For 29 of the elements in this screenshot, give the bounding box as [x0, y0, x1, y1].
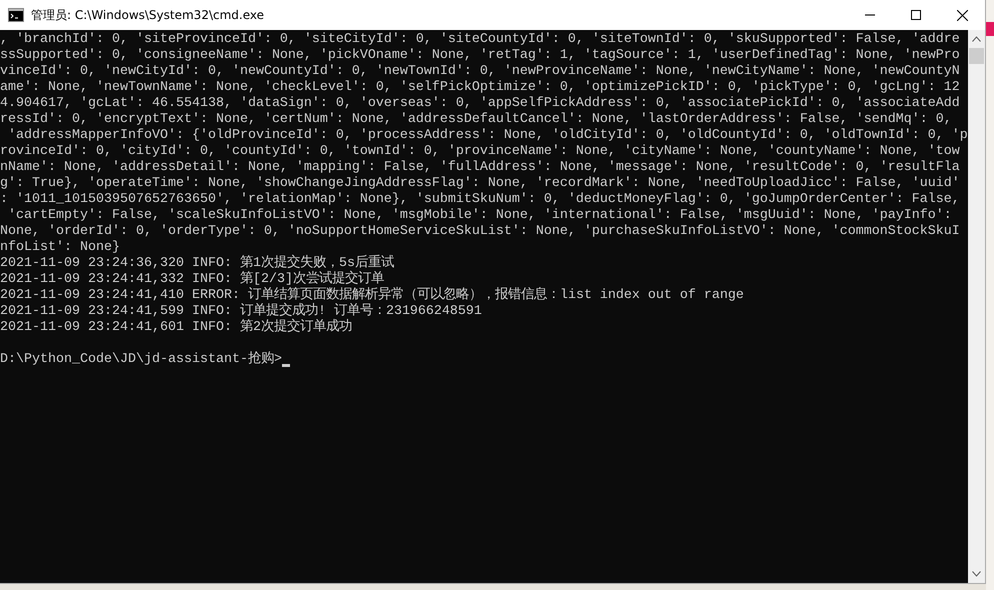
console-line: 4.904617, 'gcLat': 46.554138, 'dataSign': 0, 'overseas': 0, 'appSelfPickAddress': 0, 'associatePickId': 0, 'associateAdd	[0, 96, 961, 112]
console-line: rovinceId': 0, 'cityId': 0, 'countyId': 0, 'townId': 0, 'provinceName': None, 'cityName': None, 'countyName': None, 'tow	[0, 144, 961, 160]
scroll-up-icon[interactable]	[972, 36, 981, 42]
console-line: 2021-11-09 23:24:41,332 INFO: 第[2/3]次尝试提交订单	[0, 272, 385, 287]
console-line: nName': None, 'addressDetail': None, 'mapping': False, 'fullAddress': None, 'message': None, 'resultCode': 0, 'resultFla	[0, 160, 961, 176]
console-line: ssSupported': 0, 'consigneeName': None, 'pickVOname': None, 'retTag': 1, 'tagSource': 1, 'userDefinedTag': None, 'newPro	[0, 48, 961, 64]
console-line: 'cartEmpty': False, 'scaleSkuInfoListVO': None, 'msgMobile': None, 'international': False, 'msgUuid': None, 'payInfo':	[6, 208, 953, 224]
console-line: 2021-11-09 23:24:41,410 ERROR: 订单结算页面数据解析异常（可以忽略），报错信息：list index out of range	[0, 288, 745, 303]
console-line: 2021-11-09 23:24:41,601 INFO: 第2次提交订单成功	[0, 320, 353, 336]
console-line: ame': None, 'newTownName': None, 'checkLevel': 0, 'selfPickOptimize': 0, 'optimizePickID': 0, 'pickType': 0, 'gcLng': 12	[0, 80, 961, 96]
console-line: ressId': 0, 'encryptText': None, 'certNum': None, 'addressDefaultCancel': None, 'lastOrderAddress': False, 'sendMq': 0,	[0, 112, 953, 128]
console-line: , 'branchId': 0, 'siteProvinceId': 0, 'siteCityId': 0, 'siteCountyId': 0, 'siteTownId': 0, 'skuSupported': False, 'addre	[0, 32, 961, 48]
scroll-down-icon[interactable]	[972, 571, 981, 577]
console-line: None, 'orderId': 0, 'orderType': 0, 'noSupportHomeServiceSkuList': None, 'purchaseSkuInfoListVO': None, 'commonStockSkuI	[0, 224, 961, 240]
maximize-icon	[911, 10, 921, 20]
scrollbar-thumb[interactable]	[969, 48, 984, 64]
console-line: 'addressMapperInfoVO': {'oldProvinceId': 0, 'processAddress': None, 'oldCityId': 0, 'oldCountyId': 0, 'oldTownId': 0, 'p	[6, 128, 968, 144]
console-line: : '1011_1015039507652763650', 'relationMap': None}, 'submitSkuNum': 0, 'deductMoneyFlag': 0, 'goJumpOrderCenter': False,	[0, 192, 961, 208]
console-line: 2021-11-09 23:24:36,320 INFO: 第1次提交失败，5s后重试	[0, 256, 395, 271]
window-title: 管理员: C:\Windows\System32\cmd.exe	[31, 6, 264, 24]
vertical-scrollbar[interactable]	[968, 30, 985, 583]
terminal-icon	[8, 8, 24, 22]
console-line: g': True}, 'operateTime': None, 'showChangeJingAddressFlag': None, 'recordMark': None, 'needToUploadJicc': False, 'uuid'	[0, 176, 961, 192]
text-cursor	[282, 364, 290, 367]
console-line: vinceId': 0, 'newCityId': 0, 'newCountyId': 0, 'newTownId': 0, 'newProvinceName': None, 'newCityName': None, 'newCountyN	[0, 64, 961, 80]
close-icon	[956, 10, 968, 20]
console-line: 2021-11-09 23:24:41,599 INFO: 订单提交成功! 订单号：231966248591	[0, 304, 483, 319]
console-line: nfoList': None}	[0, 240, 121, 256]
command-prompt: D:\Python_Code\JD\jd-assistant-抢购>	[0, 352, 282, 368]
